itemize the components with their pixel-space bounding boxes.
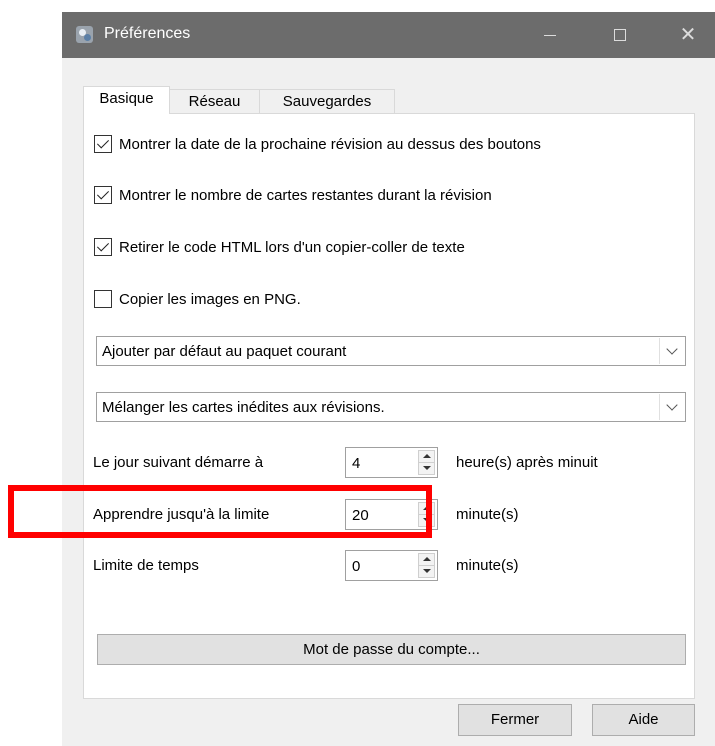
checkbox[interactable] bbox=[94, 238, 112, 256]
checkbox-row-show-next-review[interactable]: Montrer la date de la prochaine révision… bbox=[94, 132, 541, 156]
dropdown-button[interactable] bbox=[659, 394, 684, 420]
account-password-button[interactable]: Mot de passe du compte... bbox=[97, 634, 686, 665]
title-bar[interactable]: Préférences ✕ bbox=[62, 12, 715, 58]
close-icon: ✕ bbox=[679, 24, 697, 46]
tab-reseau[interactable]: Réseau bbox=[169, 89, 260, 114]
close-button[interactable]: Fermer bbox=[458, 704, 572, 736]
tab-basique[interactable]: Basique bbox=[83, 86, 170, 114]
spin-down-icon[interactable] bbox=[419, 566, 434, 577]
dropdown-button[interactable] bbox=[659, 338, 684, 364]
time-limit-unit: minute(s) bbox=[456, 557, 519, 574]
checkbox[interactable] bbox=[94, 186, 112, 204]
spinbox-value[interactable]: 4 bbox=[352, 455, 360, 472]
spinbox-stepper[interactable] bbox=[418, 553, 435, 578]
select-value: Ajouter par défaut au paquet courant bbox=[102, 343, 347, 360]
window-title: Préférences bbox=[104, 25, 191, 42]
minimize-icon bbox=[544, 34, 556, 36]
next-day-unit: heure(s) après minuit bbox=[456, 454, 598, 471]
checkbox-row-copy-png[interactable]: Copier les images en PNG. bbox=[94, 287, 301, 311]
time-limit-spinbox[interactable]: 0 bbox=[345, 550, 438, 581]
checkbox-row-show-remaining-count[interactable]: Montrer le nombre de cartes restantes du… bbox=[94, 183, 492, 207]
time-limit-label: Limite de temps bbox=[93, 557, 199, 574]
chevron-down-icon bbox=[666, 399, 678, 411]
add-to-deck-select[interactable]: Ajouter par défaut au paquet courant bbox=[96, 336, 686, 366]
learn-ahead-unit: minute(s) bbox=[456, 506, 519, 523]
highlight-annotation bbox=[8, 485, 432, 538]
checkbox-label: Copier les images en PNG. bbox=[119, 290, 301, 308]
chevron-down-icon bbox=[666, 343, 678, 355]
checkbox-label: Montrer le nombre de cartes restantes du… bbox=[119, 186, 492, 204]
close-window-button[interactable]: ✕ bbox=[658, 12, 715, 58]
app-icon bbox=[76, 26, 93, 43]
spinbox-value[interactable]: 0 bbox=[352, 558, 360, 575]
checkbox[interactable] bbox=[94, 290, 112, 308]
maximize-button[interactable] bbox=[590, 12, 650, 58]
preferences-window: Préférences ✕ Basique Réseau Sauvegardes… bbox=[62, 12, 715, 746]
next-day-label: Le jour suivant démarre à bbox=[93, 454, 264, 471]
tab-sauvegardes[interactable]: Sauvegardes bbox=[259, 89, 395, 114]
maximize-icon bbox=[614, 29, 626, 41]
help-button[interactable]: Aide bbox=[592, 704, 695, 736]
spin-up-icon[interactable] bbox=[419, 554, 434, 566]
checkbox[interactable] bbox=[94, 135, 112, 153]
spin-down-icon[interactable] bbox=[419, 463, 434, 474]
minimize-button[interactable] bbox=[520, 12, 580, 58]
spin-up-icon[interactable] bbox=[419, 451, 434, 463]
checkbox-label: Montrer la date de la prochaine révision… bbox=[119, 135, 541, 153]
next-day-spinbox[interactable]: 4 bbox=[345, 447, 438, 478]
select-value: Mélanger les cartes inédites aux révisio… bbox=[102, 399, 385, 416]
checkbox-row-strip-html[interactable]: Retirer le code HTML lors d'un copier-co… bbox=[94, 235, 465, 259]
new-cards-order-select[interactable]: Mélanger les cartes inédites aux révisio… bbox=[96, 392, 686, 422]
checkbox-label: Retirer le code HTML lors d'un copier-co… bbox=[119, 238, 465, 256]
spinbox-stepper[interactable] bbox=[418, 450, 435, 475]
